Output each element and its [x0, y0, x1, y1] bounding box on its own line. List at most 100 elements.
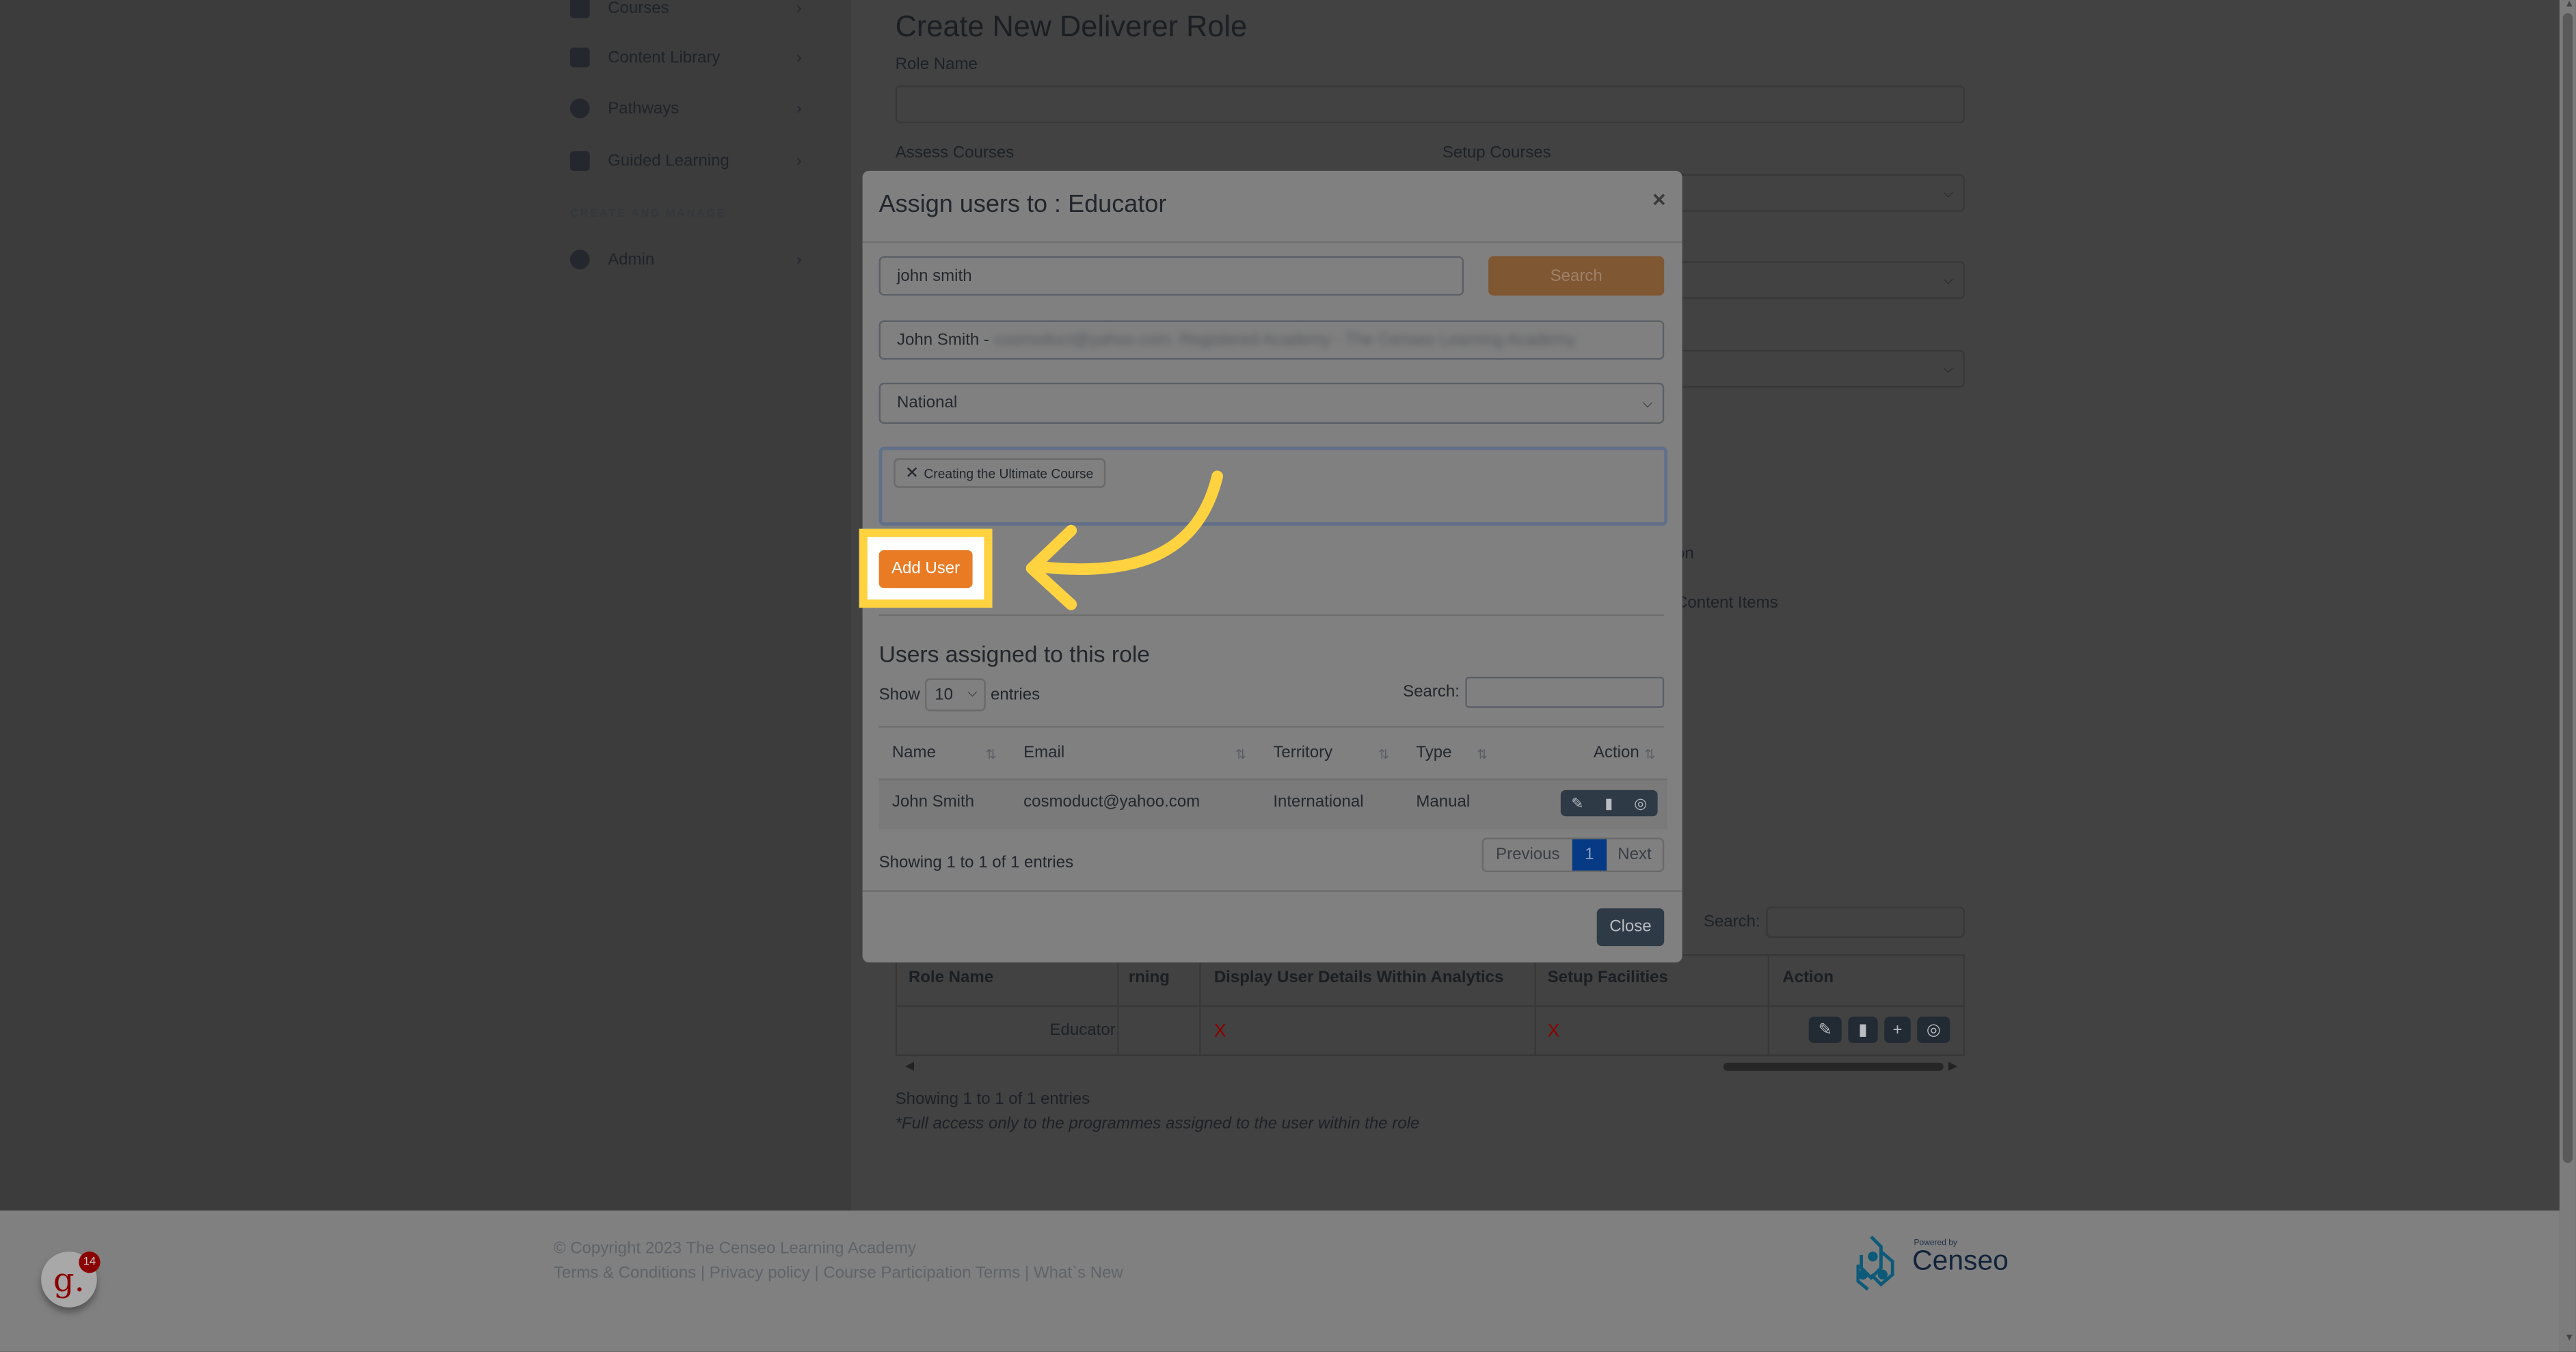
chevron-down-icon: ⌵: [1943, 185, 1954, 200]
roles-search-label: Search:: [1703, 913, 1760, 932]
search-button[interactable]: Search: [1488, 256, 1665, 296]
censeo-brand: Censeo: [1912, 1245, 2009, 1277]
scroll-left-icon[interactable]: ◀: [905, 1059, 914, 1072]
previous-button[interactable]: Previous: [1484, 839, 1572, 871]
award-icon: [569, 98, 590, 119]
blurred-user-details: cosmoduct@yahoo.com, Registered Academy …: [993, 331, 1576, 349]
sidebar-item-label: Courses: [608, 0, 669, 18]
clipboard-list-icon: [569, 151, 590, 171]
sidebar-item-label: Admin: [608, 250, 655, 269]
sort-icon[interactable]: ⇅: [1644, 747, 1655, 762]
next-button[interactable]: Next: [1607, 839, 1663, 871]
sidebar-item-label: Pathways: [608, 99, 680, 118]
notification-badge: 14: [79, 1252, 100, 1273]
privacy-link[interactable]: Privacy policy: [710, 1265, 810, 1282]
sidebar-item-guided-learning[interactable]: Guided Learning ›: [569, 144, 808, 177]
column-header-email[interactable]: Email: [1023, 744, 1064, 762]
entries-select[interactable]: 10 ⌵: [924, 678, 986, 712]
page-1-button[interactable]: 1: [1572, 839, 1607, 871]
roles-search-input[interactable]: [1766, 906, 1965, 938]
column-header[interactable]: Setup Facilities: [1548, 969, 1668, 987]
x-mark: X: [1213, 1021, 1226, 1042]
scroll-right-icon[interactable]: ▶: [1948, 1059, 1957, 1072]
add-user-button[interactable]: Add User: [878, 550, 973, 589]
scroll-down-icon[interactable]: ▼: [2564, 1334, 2574, 1343]
table-info: Showing 1 to 1 of 1 entries: [878, 854, 1074, 872]
modal-title: Assign users to : Educator: [878, 190, 1167, 219]
view-button[interactable]: ◎: [1917, 1016, 1950, 1043]
sidebar-item-pathways[interactable]: Pathways ›: [569, 92, 808, 125]
column-header-name[interactable]: Name: [892, 744, 936, 762]
territory-select[interactable]: National ⌵: [878, 382, 1665, 424]
show-label: Show: [878, 686, 920, 705]
courses-icon: [569, 0, 590, 18]
chevron-down-icon: ⌵: [1943, 271, 1954, 287]
page-title: Create New Deliverer Role: [895, 10, 1248, 43]
horizontal-scrollbar[interactable]: [1723, 1062, 1944, 1071]
setup-courses-label: Setup Courses: [1442, 144, 1551, 163]
chevron-right-icon: ›: [796, 99, 802, 118]
roles-note: *Full access only to the programmes assi…: [895, 1115, 1420, 1134]
cell-territory: International: [1273, 793, 1364, 812]
entries-label: entries: [991, 686, 1041, 705]
chevron-right-icon: ›: [796, 48, 802, 67]
plus-icon: +: [1892, 1020, 1903, 1039]
sidebar-item-label: Guided Learning: [608, 152, 729, 170]
roles-table-info: Showing 1 to 1 of 1 entries: [895, 1090, 1090, 1109]
sidebar-item-admin[interactable]: Admin ›: [569, 243, 808, 276]
footer-links: Terms & Conditions | Privacy policy | Co…: [553, 1265, 1123, 1283]
delete-button[interactable]: ▮: [1848, 1016, 1878, 1043]
footer: © Copyright 2023 The Censeo Learning Aca…: [0, 1211, 2560, 1352]
censeo-logo-icon: [1856, 1235, 1894, 1291]
chevron-down-icon: ⌵: [1943, 360, 1954, 376]
row-actions: ✎ ▮ ◎: [1560, 789, 1658, 817]
sort-icon[interactable]: ⇅: [986, 747, 997, 762]
column-header-territory[interactable]: Territory: [1273, 744, 1332, 762]
sidebar-item-courses[interactable]: Courses ›: [569, 0, 808, 25]
trash-icon[interactable]: ▮: [1605, 794, 1613, 812]
gear-icon: [569, 249, 590, 270]
column-header[interactable]: Role Name: [909, 969, 993, 987]
selected-user-name: John Smith -: [897, 331, 994, 349]
user-search-input[interactable]: john smith: [878, 256, 1464, 296]
sidebar: Courses › Content Library › Pathways › Guid…: [0, 0, 851, 1211]
users-heading: Users assigned to this role: [878, 640, 1151, 667]
sort-icon[interactable]: ⇅: [1477, 747, 1488, 762]
table-search-input[interactable]: [1465, 677, 1665, 708]
copyright: © Copyright 2023 The Censeo Learning Aca…: [553, 1240, 917, 1258]
chevron-right-icon: ›: [796, 250, 802, 269]
pointer-arrow-annotation: [1025, 470, 1224, 610]
terms-link[interactable]: Terms & Conditions: [554, 1265, 696, 1282]
user-select[interactable]: John Smith - cosmoduct@yahoo.com, Regist…: [878, 320, 1665, 360]
sidebar-item-content-library[interactable]: Content Library ›: [569, 41, 808, 74]
sort-icon[interactable]: ⇅: [1378, 747, 1389, 762]
participation-terms-link[interactable]: Course Participation Terms: [823, 1265, 1020, 1282]
close-button[interactable]: Close: [1596, 908, 1665, 947]
cell-type: Manual: [1416, 793, 1471, 812]
scrollbar-thumb[interactable]: [2562, 13, 2573, 1163]
vertical-scrollbar[interactable]: ▲ ▼: [2559, 0, 2576, 1352]
trash-icon: ▮: [1858, 1020, 1868, 1039]
column-header[interactable]: Action: [1782, 969, 1834, 987]
column-header[interactable]: Display User Details Within Analytics: [1214, 969, 1504, 987]
add-button[interactable]: +: [1884, 1016, 1911, 1043]
column-header-action[interactable]: Action: [1594, 744, 1639, 762]
territory-value: National: [897, 394, 958, 413]
column-header-type[interactable]: Type: [1416, 744, 1451, 762]
edit-button[interactable]: ✎: [1808, 1016, 1842, 1043]
sort-icon[interactable]: ⇅: [1235, 747, 1246, 762]
eye-icon[interactable]: ◎: [1634, 794, 1647, 812]
role-name-input[interactable]: [895, 85, 1965, 124]
x-mark: X: [1547, 1021, 1560, 1042]
close-icon[interactable]: ×: [1652, 186, 1666, 212]
table-search-label: Search:: [1403, 683, 1460, 702]
column-header[interactable]: rning: [1129, 969, 1170, 987]
scroll-up-icon[interactable]: ▲: [2564, 0, 2574, 10]
whats-new-link[interactable]: What`s New: [1034, 1265, 1123, 1282]
checkbox-label: Content Items: [1676, 594, 1778, 613]
edit-icon[interactable]: ✎: [1571, 794, 1583, 812]
remove-tag-icon[interactable]: ✕: [905, 464, 919, 482]
chevron-right-icon: ›: [796, 152, 802, 170]
chevron-right-icon: ›: [796, 0, 802, 18]
sidebar-section-label: CREATE AND MANAGE: [569, 208, 727, 221]
